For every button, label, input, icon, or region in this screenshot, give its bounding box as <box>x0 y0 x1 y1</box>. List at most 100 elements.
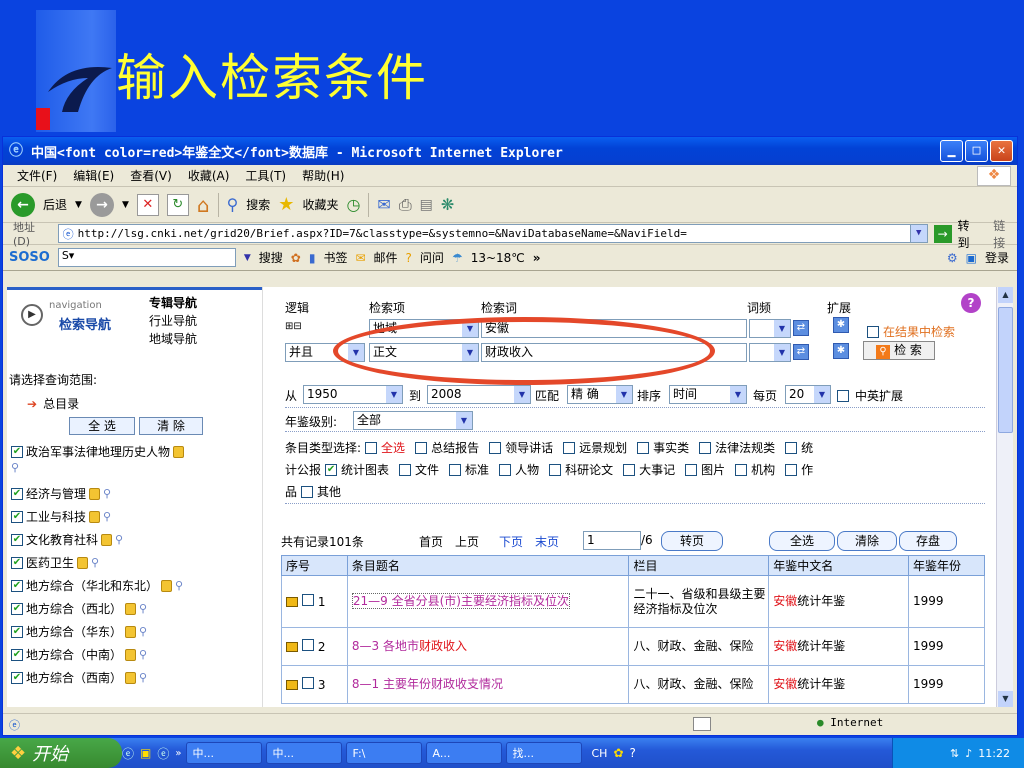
scroll-thumb[interactable] <box>998 307 1013 433</box>
type-checkbox[interactable] <box>735 463 748 476</box>
category-label[interactable]: 政治军事法律地理历史人物 <box>26 443 170 460</box>
magnifier-icon[interactable]: ⚲ <box>103 487 111 500</box>
nav-clear-button[interactable]: 清 除 <box>139 417 203 435</box>
magnifier-icon[interactable]: ⚲ <box>175 579 183 592</box>
back-arrow-icon[interactable]: ← <box>11 192 35 217</box>
favorites-star-icon[interactable]: ★ <box>278 194 294 215</box>
forward-arrow-icon[interactable]: → <box>89 192 114 217</box>
clear-button[interactable]: 清除 <box>837 531 897 551</box>
quicklaunch-app-icon[interactable]: ▣ <box>140 746 151 760</box>
quicklaunch-more-icon[interactable]: » <box>175 748 181 759</box>
go-arrow-icon[interactable]: → <box>933 224 952 243</box>
category-label[interactable]: 工业与科技 <box>26 508 86 525</box>
title-link[interactable]: 8—3 各地市 <box>352 639 419 653</box>
volume-icon[interactable]: ♪ <box>965 747 972 760</box>
type-option[interactable]: 图片 <box>701 461 725 478</box>
title-highlight[interactable]: 财政收入 <box>419 639 467 653</box>
scroll-up-icon[interactable]: ▲ <box>998 287 1013 303</box>
soso-bookmarks[interactable]: 书签 <box>323 249 347 266</box>
magnifier-icon[interactable]: ⚲ <box>103 510 111 523</box>
category-checkbox[interactable]: ✔ <box>11 671 23 684</box>
help-tray-icon[interactable]: ? <box>630 746 636 760</box>
in-results-option[interactable]: 在结果中检索 <box>867 323 955 340</box>
print-icon[interactable]: ⎙ <box>399 195 412 215</box>
menu-file[interactable]: 文件(F) <box>17 167 57 184</box>
nav-link-industry[interactable]: 行业导航 <box>149 312 197 329</box>
category-checkbox[interactable]: ✔ <box>11 602 23 615</box>
quicklaunch-ie-icon[interactable]: ⓔ <box>122 745 134 762</box>
nav-link-region[interactable]: 地域导航 <box>149 330 197 347</box>
save-record-icon[interactable] <box>286 642 298 652</box>
favorites-button-label[interactable]: 收藏夹 <box>302 196 338 213</box>
type-checkbox[interactable] <box>301 485 314 498</box>
type-option[interactable]: 文件 <box>415 461 439 478</box>
magnifier-icon[interactable]: ⚲ <box>139 671 147 684</box>
cn-en-option[interactable]: 中英扩展 <box>837 387 903 404</box>
mail-icon[interactable]: ✉ <box>377 195 390 214</box>
start-button[interactable]: ❖ 开始 <box>0 738 122 768</box>
soso-login[interactable]: 登录 <box>985 249 1009 266</box>
maximize-button[interactable]: □ <box>965 140 988 162</box>
menu-tools[interactable]: 工具(T) <box>245 167 286 184</box>
category-label[interactable]: 地方综合（西北） <box>26 600 122 617</box>
taskbar-task[interactable]: 找... <box>505 742 582 764</box>
sort-select[interactable]: 时间 ▼ <box>669 385 747 404</box>
category-label[interactable]: 经济与管理 <box>26 485 86 502</box>
match-select[interactable]: 精 确 ▼ <box>567 385 633 404</box>
category-label[interactable]: 地方综合（华北和东北） <box>26 577 158 594</box>
in-results-checkbox[interactable] <box>867 325 879 338</box>
row-checkbox[interactable] <box>302 593 314 606</box>
refresh-icon[interactable]: ↻ <box>166 193 189 216</box>
taskbar-task[interactable]: 中... <box>185 742 262 764</box>
close-button[interactable]: ✕ <box>990 140 1013 162</box>
to-year-select[interactable]: 2008 ▼ <box>427 385 531 404</box>
nav-select-all-button[interactable]: 全 选 <box>69 417 135 435</box>
type-checkbox[interactable] <box>785 441 798 454</box>
level-select[interactable]: 全部 ▼ <box>353 411 473 430</box>
type-option[interactable]: 大事记 <box>639 461 675 478</box>
save-record-icon[interactable] <box>286 680 298 690</box>
row-checkbox[interactable] <box>302 638 314 651</box>
type-option[interactable]: 标准 <box>465 461 489 478</box>
go-button[interactable]: 转到 <box>958 217 982 251</box>
history-icon[interactable]: ◷ <box>346 195 360 214</box>
stop-icon[interactable]: ✕ <box>136 193 159 216</box>
category-label[interactable]: 文化教育社科 <box>26 531 98 548</box>
nav-link-album[interactable]: 专辑导航 <box>149 294 197 311</box>
row-checkbox[interactable] <box>302 676 314 689</box>
menu-view[interactable]: 查看(V) <box>130 167 172 184</box>
type-option[interactable]: 机构 <box>751 461 775 478</box>
type-checkbox[interactable] <box>685 463 698 476</box>
next-page-link[interactable]: 下页 <box>499 533 523 550</box>
type-checkbox[interactable] <box>399 463 412 476</box>
type-checkbox[interactable] <box>365 441 378 454</box>
type-checkbox[interactable] <box>563 441 576 454</box>
search-icon[interactable]: ⚲ <box>227 195 239 214</box>
back-dropdown-icon[interactable]: ▼ <box>75 200 82 210</box>
taskbar-task[interactable]: 中... <box>265 742 342 764</box>
type-option[interactable]: 其他 <box>317 483 341 500</box>
freq-select-1[interactable]: ▼ <box>749 319 791 338</box>
category-checkbox[interactable]: ✔ <box>11 579 23 592</box>
minimize-button[interactable]: ▁ <box>940 140 963 162</box>
soso-tools-icon[interactable]: ✿ <box>291 251 301 265</box>
scroll-down-icon[interactable]: ▼ <box>998 691 1013 707</box>
save-record-icon[interactable] <box>286 597 298 607</box>
type-option[interactable]: 法律法规类 <box>715 439 775 456</box>
type-checkbox[interactable] <box>785 463 798 476</box>
magnifier-icon[interactable]: ⚲ <box>139 625 147 638</box>
type-checkbox[interactable] <box>699 441 712 454</box>
type-option[interactable]: 全选 <box>381 439 405 456</box>
per-page-select[interactable]: 20 ▼ <box>785 385 831 404</box>
type-option[interactable]: 总结报告 <box>431 439 479 456</box>
save-button[interactable]: 存盘 <box>899 531 957 551</box>
freq-select-2[interactable]: ▼ <box>749 343 791 362</box>
expand-star-icon[interactable]: ✱ <box>833 317 849 333</box>
soso-mail[interactable]: 邮件 <box>374 249 398 266</box>
category-checkbox[interactable]: ✔ <box>11 556 23 569</box>
magnifier-icon[interactable]: ⚲ <box>11 461 19 474</box>
magnifier-icon[interactable]: ⚲ <box>115 533 123 546</box>
type-option[interactable]: 事实类 <box>653 439 689 456</box>
expand-term-icon[interactable]: ⇄ <box>793 320 809 336</box>
magnifier-icon[interactable]: ⚲ <box>91 556 99 569</box>
